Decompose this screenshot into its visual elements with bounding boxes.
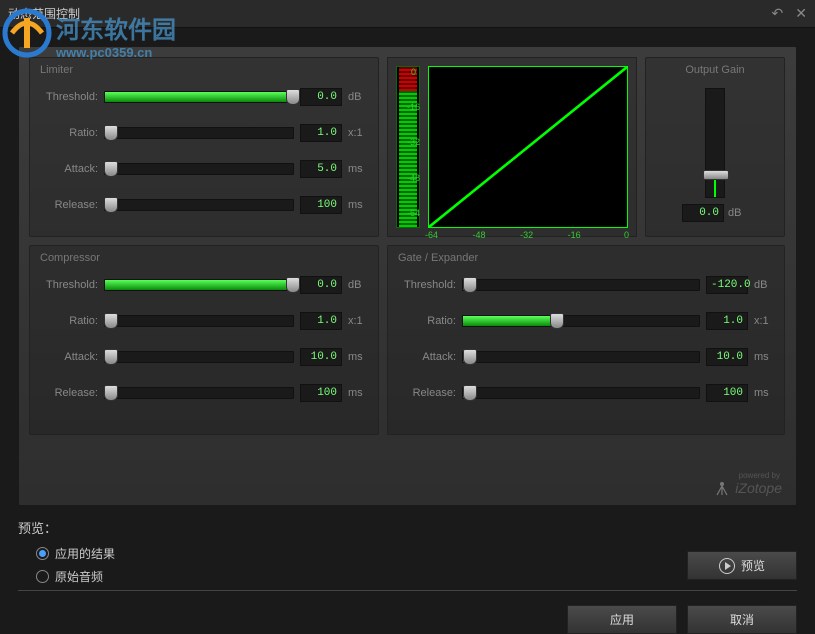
- preview-button[interactable]: 预览: [687, 551, 797, 580]
- comp-attack-value[interactable]: 10.0: [300, 348, 342, 366]
- limiter-release-unit: ms: [348, 199, 368, 211]
- main-panel: Limiter Threshold: 0.0 dB Ratio: 1.0 x:1…: [18, 46, 797, 506]
- radio-icon: [36, 547, 49, 560]
- output-gain-title: Output Gain: [685, 64, 744, 76]
- gate-attack-unit: ms: [754, 351, 774, 363]
- limiter-attack-row: Attack: 5.0 ms: [40, 154, 368, 184]
- gate-threshold-label: Threshold:: [398, 279, 456, 291]
- limiter-ratio-unit: x:1: [348, 127, 368, 139]
- limiter-release-row: Release: 100 ms: [40, 190, 368, 220]
- limiter-threshold-label: Threshold:: [40, 91, 98, 103]
- gate-title: Gate / Expander: [398, 252, 774, 264]
- powered-by-label: powered by: [739, 471, 780, 480]
- x-tick-4: 0: [624, 230, 629, 240]
- gate-attack-value[interactable]: 10.0: [706, 348, 748, 366]
- comp-threshold-label: Threshold:: [40, 279, 98, 291]
- comp-ratio-slider[interactable]: [104, 315, 294, 327]
- gate-ratio-unit: x:1: [754, 315, 774, 327]
- undo-icon[interactable]: ↶: [772, 5, 784, 22]
- limiter-attack-slider[interactable]: [104, 163, 294, 175]
- limiter-threshold-slider[interactable]: [104, 91, 294, 103]
- gate-threshold-unit: dB: [754, 279, 774, 291]
- limiter-threshold-unit: dB: [348, 91, 368, 103]
- y-tick-3: -48: [407, 173, 420, 183]
- comp-release-slider[interactable]: [104, 387, 294, 399]
- gate-ratio-slider[interactable]: [462, 315, 700, 327]
- output-gain-value[interactable]: 0.0: [682, 204, 724, 222]
- gate-release-label: Release:: [398, 387, 456, 399]
- cancel-button[interactable]: 取消: [687, 605, 797, 634]
- limiter-attack-label: Attack:: [40, 163, 98, 175]
- radio-applied-label: 应用的结果: [55, 545, 115, 562]
- limiter-release-label: Release:: [40, 199, 98, 211]
- comp-ratio-unit: x:1: [348, 315, 368, 327]
- transfer-graph: 0 -16 -32 -48 -64 -64 -48 -32 -16 0: [387, 57, 637, 237]
- radio-icon: [36, 570, 49, 583]
- gate-threshold-slider[interactable]: [462, 279, 700, 291]
- izotope-label: iZotope: [735, 480, 782, 496]
- close-icon[interactable]: ✕: [795, 5, 807, 22]
- transfer-curve: 0 -16 -32 -48 -64 -64 -48 -32 -16 0: [428, 66, 628, 228]
- comp-release-unit: ms: [348, 387, 368, 399]
- x-tick-2: -32: [520, 230, 533, 240]
- titlebar: 动态范围控制 ↶ ✕: [0, 0, 815, 28]
- comp-attack-slider[interactable]: [104, 351, 294, 363]
- y-tick-0: 0: [411, 67, 416, 77]
- limiter-ratio-row: Ratio: 1.0 x:1: [40, 118, 368, 148]
- footer-panel: 预览： 应用的结果 原始音频 预览: [18, 518, 797, 580]
- izotope-brand: powered by iZotope: [713, 479, 782, 497]
- comp-attack-label: Attack:: [40, 351, 98, 363]
- limiter-release-slider[interactable]: [104, 199, 294, 211]
- window-title: 动态范围控制: [8, 5, 80, 22]
- limiter-ratio-value[interactable]: 1.0: [300, 124, 342, 142]
- gate-section: Gate / Expander Threshold: -120.0 dB Ratio…: [387, 245, 785, 435]
- apply-button[interactable]: 应用: [567, 605, 677, 634]
- comp-threshold-unit: dB: [348, 279, 368, 291]
- apply-button-label: 应用: [610, 611, 634, 628]
- gate-ratio-label: Ratio:: [398, 315, 456, 327]
- x-tick-0: -64: [425, 230, 438, 240]
- izotope-icon: [713, 479, 731, 497]
- gate-attack-label: Attack:: [398, 351, 456, 363]
- gate-attack-slider[interactable]: [462, 351, 700, 363]
- y-tick-4: -64: [407, 208, 420, 218]
- preview-label: 预览：: [18, 518, 797, 537]
- limiter-release-value[interactable]: 100: [300, 196, 342, 214]
- x-tick-3: -16: [568, 230, 581, 240]
- x-tick-1: -48: [473, 230, 486, 240]
- divider: [18, 590, 797, 591]
- y-tick-1: -16: [407, 102, 420, 112]
- comp-ratio-label: Ratio:: [40, 315, 98, 327]
- gate-release-slider[interactable]: [462, 387, 700, 399]
- y-tick-2: -32: [407, 137, 420, 147]
- radio-original-label: 原始音频: [55, 568, 103, 585]
- compressor-section: Compressor Threshold:0.0dB Ratio:1.0x:1 …: [29, 245, 379, 435]
- comp-attack-unit: ms: [348, 351, 368, 363]
- gate-ratio-value[interactable]: 1.0: [706, 312, 748, 330]
- limiter-section: Limiter Threshold: 0.0 dB Ratio: 1.0 x:1…: [29, 57, 379, 237]
- gate-release-value[interactable]: 100: [706, 384, 748, 402]
- limiter-ratio-label: Ratio:: [40, 127, 98, 139]
- cancel-button-label: 取消: [730, 611, 754, 628]
- limiter-title: Limiter: [40, 64, 368, 76]
- comp-release-label: Release:: [40, 387, 98, 399]
- limiter-attack-unit: ms: [348, 163, 368, 175]
- comp-release-value[interactable]: 100: [300, 384, 342, 402]
- compressor-title: Compressor: [40, 252, 368, 264]
- limiter-threshold-value[interactable]: 0.0: [300, 88, 342, 106]
- gate-threshold-value[interactable]: -120.0: [706, 276, 748, 294]
- comp-threshold-value[interactable]: 0.0: [300, 276, 342, 294]
- limiter-attack-value[interactable]: 5.0: [300, 160, 342, 178]
- comp-threshold-slider[interactable]: [104, 279, 294, 291]
- limiter-threshold-row: Threshold: 0.0 dB: [40, 82, 368, 112]
- output-gain-unit: dB: [728, 207, 748, 219]
- play-icon: [719, 558, 735, 574]
- preview-button-label: 预览: [741, 557, 765, 574]
- comp-ratio-value[interactable]: 1.0: [300, 312, 342, 330]
- gate-release-unit: ms: [754, 387, 774, 399]
- output-gain-section: Output Gain 0.0 dB: [645, 57, 785, 237]
- limiter-ratio-slider[interactable]: [104, 127, 294, 139]
- output-gain-slider[interactable]: [705, 88, 725, 198]
